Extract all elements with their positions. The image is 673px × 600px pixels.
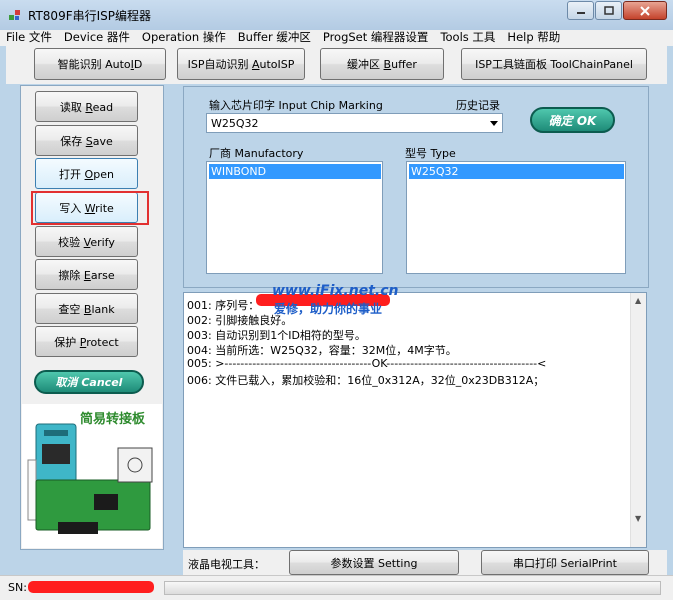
verify-label: 校验 Verify xyxy=(58,235,115,249)
buffer-button[interactable]: 缓冲区 Buffer xyxy=(320,48,444,80)
open-button[interactable]: 打开 Open xyxy=(35,158,138,189)
sn-label: SN: xyxy=(8,581,27,594)
log-output[interactable]: 001: 序列号： 002: 引脚接触良好。 003: 自动识别到1个ID相符的… xyxy=(183,292,647,548)
log-line: 003: 自动识别到1个ID相符的型号。 xyxy=(187,329,366,342)
chip-marking-label: 输入芯片印字 Input Chip Marking xyxy=(209,99,383,112)
verify-button[interactable]: 校验 Verify xyxy=(35,226,138,257)
type-item-selected[interactable]: W25Q32 xyxy=(409,164,624,179)
erase-button[interactable]: 擦除 Earse xyxy=(35,259,138,290)
menu-buffer[interactable]: Buffer 缓冲区 xyxy=(232,30,317,46)
menu-operation[interactable]: Operation 操作 xyxy=(136,30,232,46)
setting-button[interactable]: 参数设置 Setting xyxy=(289,550,459,575)
log-line: 004: 当前所选：W25Q32，容量：32M位，4M字节。 xyxy=(187,344,457,357)
title-bar: RT809F串行ISP编程器 xyxy=(0,0,673,30)
write-highlight-box xyxy=(31,191,149,225)
toolchain-panel-button[interactable]: ISP工具链面板 ToolChainPanel xyxy=(461,48,647,80)
scroll-down-icon[interactable]: ▼ xyxy=(635,514,641,523)
blank-check-button[interactable]: 查空 Blank xyxy=(35,293,138,324)
close-button[interactable] xyxy=(623,1,667,20)
minimize-icon xyxy=(576,11,585,14)
scroll-up-icon[interactable]: ▲ xyxy=(635,296,641,305)
cancel-button[interactable]: 取消 Cancel xyxy=(34,370,144,394)
erase-label: 擦除 Earse xyxy=(58,268,115,282)
blank-label: 查空 Blank xyxy=(58,302,115,316)
isp-auto-label: ISP自动识别 AutoISP xyxy=(187,58,295,71)
protect-button[interactable]: 保护 Protect xyxy=(35,326,138,357)
serial-print-button[interactable]: 串口打印 SerialPrint xyxy=(481,550,649,575)
type-label: 型号 Type xyxy=(405,147,456,160)
isp-auto-button[interactable]: ISP自动识别 AutoISP xyxy=(177,48,305,80)
protect-label: 保护 Protect xyxy=(54,335,119,349)
manufactory-label: 厂商 Manufactory xyxy=(209,147,304,160)
progress-bar xyxy=(164,581,661,595)
menu-progset[interactable]: ProgSet 编程器设置 xyxy=(317,30,435,46)
read-button[interactable]: 读取 Read xyxy=(35,91,138,122)
menu-help[interactable]: Help 帮助 xyxy=(501,30,566,46)
adapter-board-image: 简易转接板 xyxy=(22,404,162,548)
chevron-down-icon xyxy=(490,121,498,126)
watermark-url: www.iFix.net.cn xyxy=(272,283,399,299)
open-label: 打开 Open xyxy=(59,167,114,181)
maximize-icon xyxy=(603,6,614,15)
log-line: 006: 文件已载入，累加校验和：16位_0x312A，32位_0x23DB31… xyxy=(187,374,545,387)
minimize-button[interactable] xyxy=(567,1,594,20)
log-line: 005: >----------------------------------… xyxy=(187,357,547,370)
chip-marking-value: W25Q32 xyxy=(211,117,259,130)
chip-marking-combo[interactable]: W25Q32 xyxy=(206,113,503,133)
menu-tools[interactable]: Tools 工具 xyxy=(434,30,501,46)
history-label: 历史记录 xyxy=(456,99,500,112)
save-label: 保存 Save xyxy=(60,134,113,148)
menu-device[interactable]: Device 器件 xyxy=(58,30,136,46)
log-line: 001: 序列号： xyxy=(187,299,260,312)
status-bar: SN: xyxy=(0,575,673,600)
close-icon xyxy=(640,5,650,16)
manufactory-list[interactable]: WINBOND xyxy=(206,161,383,274)
ok-button[interactable]: 确定 OK xyxy=(530,107,615,133)
auto-id-label: 智能识别 AutoID xyxy=(57,58,143,71)
menu-bar: File 文件 Device 器件 Operation 操作 Buffer 缓冲… xyxy=(0,30,673,46)
type-list[interactable]: W25Q32 xyxy=(406,161,626,274)
lcd-tools-label: 液晶电视工具： xyxy=(188,558,265,571)
window-title: RT809F串行ISP编程器 xyxy=(28,9,151,23)
adapter-title: 简易转接板 xyxy=(80,412,146,427)
manufactory-item-selected[interactable]: WINBOND xyxy=(209,164,381,179)
app-icon xyxy=(9,10,20,20)
menu-file[interactable]: File 文件 xyxy=(0,30,58,46)
sn-redaction xyxy=(28,581,154,593)
save-button[interactable]: 保存 Save xyxy=(35,125,138,156)
read-label: 读取 Read xyxy=(59,100,114,114)
buffer-label: 缓冲区 Buffer xyxy=(347,58,417,71)
maximize-button[interactable] xyxy=(595,1,622,20)
log-scrollbar[interactable]: ▲ ▼ xyxy=(630,293,646,547)
watermark-slogan: 爱修，助力你的事业 xyxy=(274,302,383,316)
auto-id-button[interactable]: 智能识别 AutoID xyxy=(34,48,166,80)
